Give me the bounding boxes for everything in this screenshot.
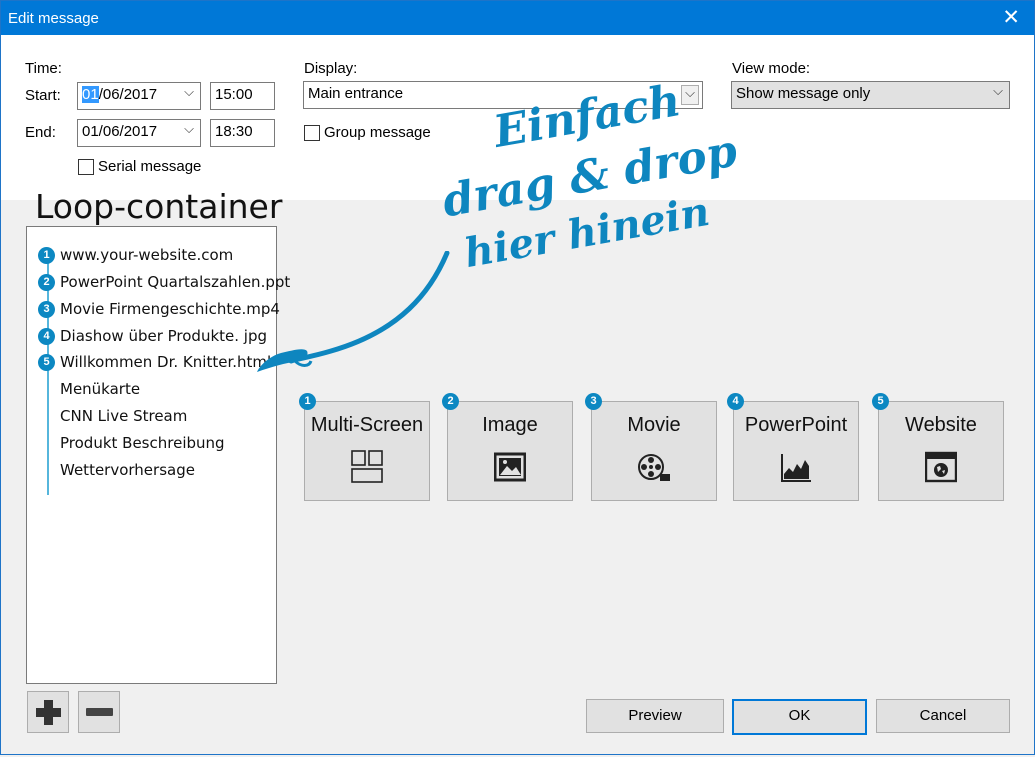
number-badge: 3 <box>38 301 55 318</box>
start-time-input[interactable]: 15:00 <box>210 82 275 110</box>
add-item-button[interactable] <box>27 691 69 733</box>
preview-button[interactable]: Preview <box>586 699 724 733</box>
view-mode-select[interactable]: Show message only ⌵ <box>731 81 1010 109</box>
end-date-value: 01/06/2017 <box>82 123 158 140</box>
number-badge: 2 <box>38 274 55 291</box>
number-badge: 3 <box>585 393 602 410</box>
list-item[interactable]: Willkommen Dr. Knitter.html <box>60 353 271 371</box>
list-item[interactable]: CNN Live Stream <box>60 407 187 425</box>
cancel-button[interactable]: Cancel <box>876 699 1010 733</box>
number-badge: 5 <box>38 354 55 371</box>
tile-label: Website <box>905 414 977 436</box>
start-label: Start: <box>25 87 61 104</box>
group-message-checkbox[interactable] <box>304 125 320 141</box>
list-item[interactable]: www.your-website.com <box>60 246 233 264</box>
list-item[interactable]: Menükarte <box>60 380 140 398</box>
tile-label: PowerPoint <box>744 414 848 436</box>
remove-item-button[interactable] <box>78 691 120 733</box>
plus-icon <box>36 700 61 725</box>
tile-movie[interactable]: Movie <box>591 401 717 501</box>
start-date-rest: /06/2017 <box>98 86 158 103</box>
end-time-input[interactable]: 18:30 <box>210 119 275 147</box>
list-item[interactable]: Diashow über Produkte. jpg <box>60 327 267 345</box>
view-mode-label: View mode: <box>732 60 811 77</box>
ok-button[interactable]: OK <box>732 699 867 735</box>
tile-powerpoint[interactable]: PowerPoint <box>733 401 859 501</box>
view-mode-value: Show message only <box>736 85 871 102</box>
tile-image[interactable]: Image <box>447 401 573 501</box>
chevron-down-icon[interactable]: ⌵ <box>993 84 1003 99</box>
list-item[interactable]: Produkt Beschreibung <box>60 434 225 452</box>
drag-arrow-icon <box>257 251 450 372</box>
number-badge: 4 <box>727 393 744 410</box>
tile-website[interactable]: Website <box>878 401 1004 501</box>
end-date-picker[interactable]: 01/06/2017 ⌵ <box>77 119 201 147</box>
start-date-selected-part: 01 <box>82 86 99 103</box>
number-badge: 1 <box>38 247 55 264</box>
display-value: Main entrance <box>308 85 404 102</box>
start-date-picker[interactable]: 01/06/2017 ⌵ <box>77 82 201 110</box>
display-label: Display: <box>304 60 358 77</box>
tile-label: Multi-Screen <box>310 414 424 436</box>
tile-label: Movie <box>627 414 681 436</box>
loop-container-list[interactable]: 1 www.your-website.com 2 PowerPoint Quar… <box>26 226 290 684</box>
number-badge: 2 <box>442 393 459 410</box>
globe-window-icon <box>925 451 957 483</box>
minus-icon <box>86 708 113 716</box>
close-icon[interactable]: ✕ <box>1002 5 1020 29</box>
end-label: End: <box>25 124 56 141</box>
chart-icon <box>781 454 811 482</box>
time-label: Time: <box>25 60 62 77</box>
list-item[interactable]: Wettervorhersage <box>60 461 195 479</box>
list-item[interactable]: Movie Firmengeschichte.mp4 <box>60 300 280 318</box>
serial-message-label: Serial message <box>98 158 202 175</box>
edit-message-dialog: Edit message ✕ Time: Start: 01/06/2017 ⌵… <box>0 0 1035 755</box>
loop-container-title: Loop-container <box>35 187 283 226</box>
tile-multi-screen[interactable]: Multi-Screen <box>304 401 430 501</box>
chevron-down-icon[interactable]: ⌵ <box>681 85 699 105</box>
group-message-label: Group message <box>324 124 431 141</box>
window-title: Edit message <box>8 10 99 27</box>
number-badge: 5 <box>872 393 889 410</box>
title-bar: Edit message ✕ <box>1 1 1034 35</box>
movie-reel-icon <box>638 454 670 481</box>
tile-label: Image <box>482 414 538 436</box>
number-badge: 4 <box>38 328 55 345</box>
chevron-down-icon[interactable]: ⌵ <box>184 85 194 100</box>
chevron-down-icon[interactable]: ⌵ <box>184 122 194 137</box>
image-icon <box>494 452 526 482</box>
serial-message-checkbox[interactable] <box>78 159 94 175</box>
multi-screen-icon <box>351 450 383 483</box>
number-badge: 1 <box>299 393 316 410</box>
